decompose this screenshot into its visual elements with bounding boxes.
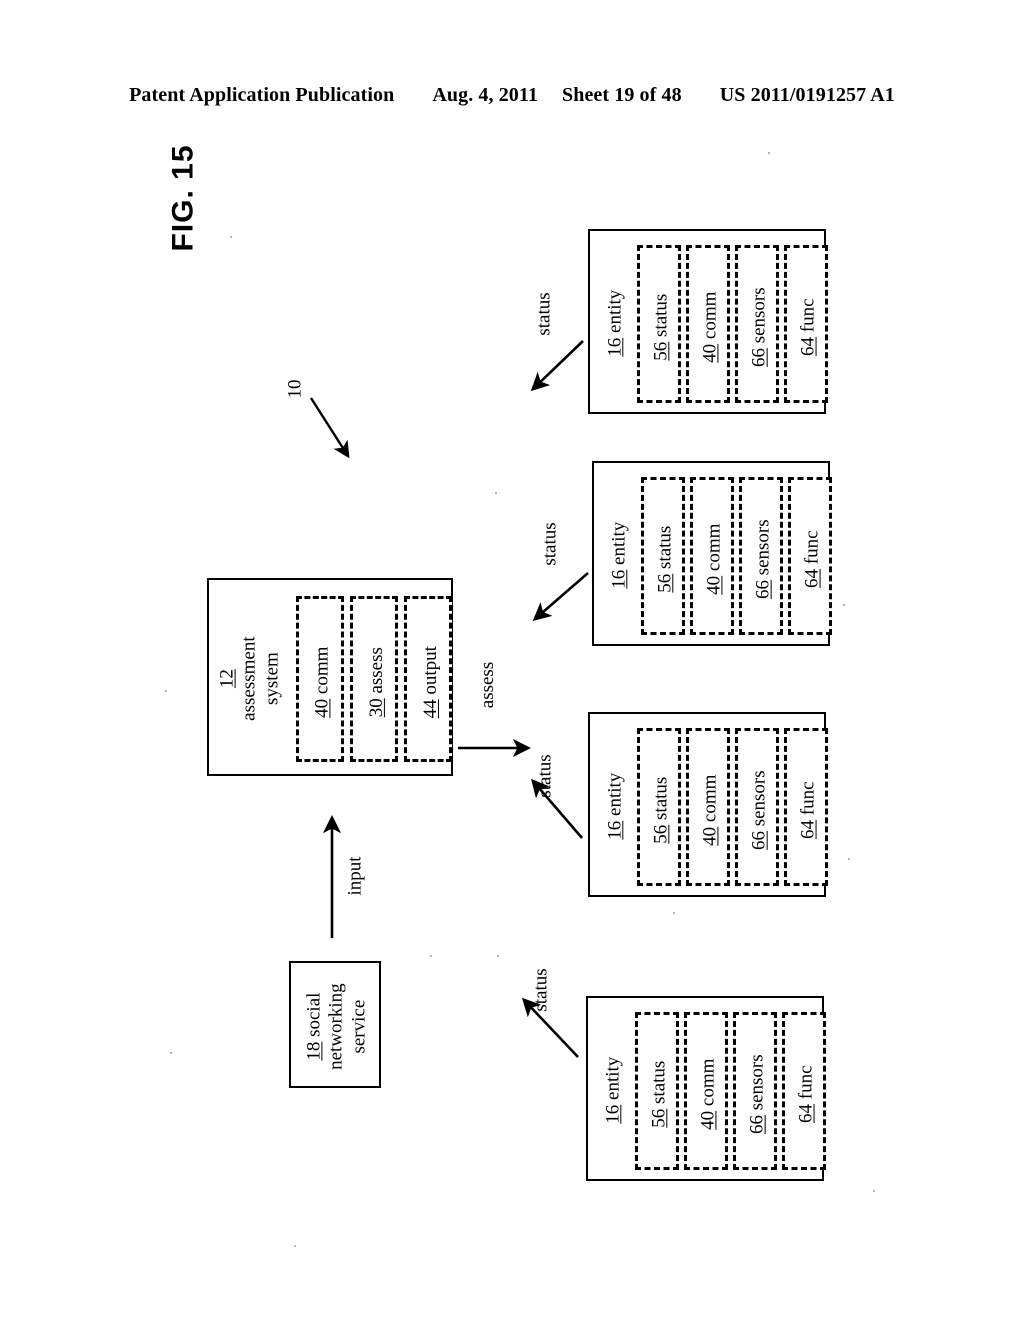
entity-box-3: 16 entity 56 status 40 comm 66 sensors 6…	[588, 712, 828, 897]
flow-label-status-4: status	[531, 968, 552, 1012]
arrow-status-2	[532, 572, 589, 621]
entity-2-module-comm: 40 comm	[690, 477, 734, 635]
entity-box-2: 16 entity 56 status 40 comm 66 sensors 6…	[592, 461, 832, 646]
entity-3-module-func: 64 func	[784, 728, 828, 886]
flow-label-status-1: status	[534, 292, 555, 336]
scan-speck	[497, 955, 499, 957]
entity-3-module-status: 56 status	[637, 728, 681, 886]
entity-box-1: 16 entity 56 status 40 comm 66 sensors 6…	[588, 229, 828, 414]
scan-speck	[843, 604, 845, 606]
assessment-module-assess: 30 assess	[350, 596, 398, 762]
entity-4-module-comm: 40 comm	[684, 1012, 728, 1170]
scan-speck	[848, 858, 850, 860]
arrow-status-1	[530, 340, 584, 392]
scan-speck	[430, 955, 432, 957]
scan-speck	[873, 1190, 875, 1192]
entity-4-module-func: 64 func	[782, 1012, 826, 1170]
entity-4-title: 16 entity	[602, 1056, 624, 1125]
entity-box-4: 16 entity 56 status 40 comm 66 sensors 6…	[586, 996, 826, 1181]
flow-label-input: input	[345, 856, 366, 896]
scan-speck	[495, 492, 497, 494]
assessment-module-output: 44 output	[404, 596, 452, 762]
scan-speck	[170, 1052, 172, 1054]
entity-1-module-sensors: 66 sensors	[735, 245, 779, 403]
scan-speck	[230, 236, 232, 238]
flow-label-status-2: status	[540, 522, 561, 566]
entity-4-module-status: 56 status	[635, 1012, 679, 1170]
social-networking-service-box: 18 social networking service	[289, 961, 381, 1088]
figure-label: FIG. 15	[166, 144, 200, 252]
flow-label-status-3: status	[535, 754, 556, 798]
assessment-system-title-text: assessment system	[238, 636, 283, 722]
entity-1-module-comm: 40 comm	[686, 245, 730, 403]
flow-label-assess: assess	[477, 661, 499, 709]
social-networking-service-title: 18 social networking service	[291, 963, 383, 1090]
figure-canvas: FIG. 15 10 12 assessment system 40 comm …	[0, 0, 1024, 1320]
assessment-system-title: 12 assessment system	[215, 592, 285, 766]
assessment-system-ref: 12	[216, 669, 238, 689]
entity-4-module-sensors: 66 sensors	[733, 1012, 777, 1170]
entity-2-module-status: 56 status	[641, 477, 685, 635]
scan-speck	[768, 152, 770, 154]
entity-1-module-func: 64 func	[784, 245, 828, 403]
entity-3-module-sensors: 66 sensors	[735, 728, 779, 886]
assessment-module-comm: 40 comm	[296, 596, 344, 762]
social-networking-service-ref: 18	[303, 1041, 325, 1061]
entity-2-module-sensors: 66 sensors	[739, 477, 783, 635]
entity-2-module-func: 64 func	[788, 477, 832, 635]
system-reference-numeral: 10	[284, 379, 305, 399]
entity-1-module-status: 56 status	[637, 245, 681, 403]
entity-3-title: 16 entity	[604, 772, 626, 841]
system-lead-line	[309, 397, 350, 459]
assessment-system-box: 12 assessment system 40 comm 30 assess 4…	[207, 578, 453, 776]
scan-speck	[165, 690, 167, 692]
entity-3-module-comm: 40 comm	[686, 728, 730, 886]
entity-2-title: 16 entity	[608, 521, 630, 590]
scan-speck	[673, 912, 675, 914]
scan-speck	[294, 1245, 296, 1247]
entity-1-title: 16 entity	[604, 289, 626, 358]
